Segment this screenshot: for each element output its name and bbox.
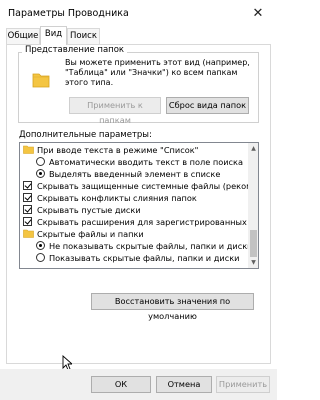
folder-icon <box>32 73 50 88</box>
tree-item-label: Показывать скрытые файлы, папки и диски <box>49 253 240 263</box>
window-title: Параметры Проводника <box>8 8 129 19</box>
description-line: "Таблица" или "Значки") ко всем папкам <box>65 68 238 77</box>
title-bar: Параметры Проводника ✕ <box>0 0 277 28</box>
radio-button[interactable] <box>36 253 45 262</box>
radio-button[interactable] <box>36 169 45 178</box>
tree-item-label: Скрытые файлы и папки <box>37 229 144 239</box>
tree-item-label: Скрывать пустые диски <box>37 205 141 215</box>
tree-item-label: Автоматически вводить текст в поле поиск… <box>49 157 244 167</box>
vertical-scrollbar[interactable]: ▲ ▼ <box>248 143 258 268</box>
description-line: этого типа. <box>65 78 114 87</box>
scrollbar-thumb[interactable] <box>250 230 257 257</box>
close-icon[interactable]: ✕ <box>247 4 269 24</box>
checkbox[interactable] <box>23 193 32 202</box>
advanced-settings-label: Дополнительные параметры: <box>19 130 152 140</box>
tree-item-label: Скрывать защищенные системные файлы (рек… <box>37 181 259 191</box>
description-line: Вы можете применить этот вид (например, <box>65 58 250 67</box>
radio-button[interactable] <box>36 241 45 250</box>
tree-item-label: Выделять введенный элемент в списке <box>49 169 221 179</box>
folder-icon <box>23 145 34 154</box>
checkbox[interactable] <box>23 205 32 214</box>
ok-button[interactable]: ОК <box>91 376 151 393</box>
advanced-settings-tree[interactable]: При вводе текста в режиме "Список" Автом… <box>19 142 259 269</box>
checkbox[interactable] <box>23 217 32 226</box>
tab-general[interactable]: Общие <box>6 28 40 44</box>
apply-to-folders-button[interactable]: Применить к папкам <box>69 97 161 125</box>
tree-item-label: Не показывать скрытые файлы, папки и дис… <box>49 241 253 251</box>
tree-item-label: Скрывать расширения для зарегистрированн… <box>37 217 259 227</box>
checkbox[interactable] <box>23 181 32 190</box>
tab-search[interactable]: Поиск <box>67 28 100 44</box>
scroll-down-icon[interactable]: ▼ <box>248 257 258 268</box>
scroll-up-icon[interactable]: ▲ <box>248 143 258 154</box>
restore-defaults-button[interactable]: Восстановить значения по умолчанию <box>91 293 254 321</box>
apply-button[interactable]: Применить <box>216 376 270 393</box>
folder-icon <box>23 229 34 238</box>
reset-folders-button[interactable]: Сброс вида папок <box>166 97 249 114</box>
cancel-button[interactable]: Отмена <box>156 376 212 393</box>
tree-item-label: При вводе текста в режиме "Список" <box>37 145 199 155</box>
tab-view[interactable]: Вид <box>40 26 67 45</box>
tree-item-label: Скрывать конфликты слияния папок <box>37 193 197 203</box>
folder-views-description: Вы можете применить этот вид (например, … <box>65 58 253 88</box>
radio-button[interactable] <box>36 157 45 166</box>
folder-views-title: Представление папок <box>22 45 128 55</box>
